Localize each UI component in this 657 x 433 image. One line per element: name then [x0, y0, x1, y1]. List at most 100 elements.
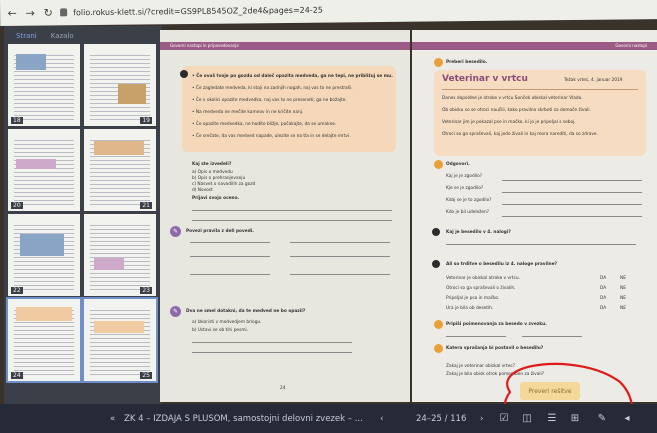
- statement-text: Veterinar je obiskal otroke v vrtcu.: [446, 276, 520, 281]
- statement-text: Otroci so ga spraševali o živalih.: [446, 286, 516, 291]
- question-line: Zakaj je bila obisk otrok pomemben za ži…: [446, 372, 544, 377]
- question-line: Zakaj je veterinar obiskal vrtec?: [446, 364, 516, 369]
- question-line: Kje se je zgodilo?: [446, 186, 484, 191]
- previous-page-button[interactable]: ‹: [380, 414, 383, 424]
- lock-icon: [60, 8, 68, 17]
- answer-yes[interactable]: DA: [600, 286, 606, 292]
- answer-line: [446, 244, 636, 245]
- page-thumbnail-selected[interactable]: 25: [82, 297, 158, 383]
- page-thumbnail[interactable]: 19: [84, 44, 156, 126]
- page-header-text: Govorni nastopi: [615, 43, 647, 48]
- box-line: • Če zagledate medveda, ki stoji na zadn…: [192, 86, 353, 91]
- exercise-title: Povezi pravila z deli povedi.: [186, 229, 254, 234]
- thumbnail-page-number: 23: [140, 287, 152, 294]
- back-arrow-icon[interactable]: ←: [6, 6, 18, 19]
- article-title: Veterinar v vrtcu: [442, 74, 528, 84]
- answer-line: [502, 192, 642, 193]
- page-thumbnail[interactable]: 21: [84, 129, 156, 211]
- audio-icon[interactable]: ◂: [620, 412, 634, 424]
- thumbnail-page-number: 21: [140, 202, 152, 209]
- tools-icon[interactable]: ✎: [595, 412, 609, 424]
- page-indicator: 24–25 / 116: [416, 413, 467, 424]
- box-line: • Če ovaš tvoje po gozdu od daleč opazit…: [192, 74, 393, 79]
- answer-line: [290, 274, 390, 275]
- forward-arrow-icon[interactable]: →: [24, 6, 36, 19]
- answer-line: [502, 180, 642, 181]
- exercise-title: Dva ne smel dotakni, da te medved ne bo …: [186, 309, 306, 314]
- tab-contents[interactable]: Kazalo: [51, 32, 74, 40]
- left-page: Govorni nastopi in pripovedovanje • Če o…: [160, 30, 410, 402]
- answer-line: [190, 274, 270, 275]
- exercise-icon: [434, 160, 443, 169]
- exercise-icon: [434, 320, 443, 329]
- answer-no[interactable]: NE: [620, 306, 626, 312]
- answer-no[interactable]: NE: [620, 296, 626, 302]
- next-page-button[interactable]: ›: [480, 414, 483, 424]
- box-line: • Če v okolici opazite medvedka, naj vas…: [192, 98, 347, 103]
- notes-icon[interactable]: ☰: [545, 412, 559, 424]
- speaker-icon[interactable]: [180, 70, 188, 78]
- answer-line: [192, 352, 352, 353]
- answer-line: [190, 256, 270, 257]
- sidebar-tabs: Strani Kazalo: [16, 32, 158, 40]
- exercise-item: b) Ustavi se ob tihi pesmi.: [192, 328, 249, 333]
- url-field[interactable]: folio.rokus-klett.si/?credit=GS9PL8545OZ…: [73, 5, 323, 17]
- answer-no[interactable]: NE: [620, 286, 626, 292]
- answer-line: [522, 336, 582, 337]
- answer-line: [502, 204, 642, 205]
- right-page: Govorni nastopi Preberi besedilo. Veteri…: [412, 30, 657, 402]
- right-page-header: Govorni nastopi: [412, 42, 657, 50]
- instruction-text: Prijavi svojo oceno.: [192, 196, 240, 201]
- page-thumbnail[interactable]: 18: [8, 44, 80, 126]
- thumbnail-page-number: 20: [11, 202, 23, 209]
- answer-no[interactable]: NE: [620, 276, 626, 282]
- speaker-icon[interactable]: [432, 228, 440, 236]
- page-thumbnail[interactable]: 23: [84, 214, 156, 296]
- exercise-title: Ali so trditve o besedilu iz 4. naloge p…: [446, 262, 558, 267]
- answer-line: [192, 210, 392, 211]
- speaker-icon[interactable]: [432, 260, 440, 268]
- exercise-icon: ✎: [170, 306, 181, 317]
- article-line: Danes dopoldne je otroke v vrtcu Sonček …: [442, 96, 583, 101]
- box-line: • Na medveda ne mečite kamnov in ne krič…: [192, 110, 304, 115]
- check-solutions-button[interactable]: Preveri rešitve: [520, 382, 580, 400]
- thumbnail-grid: 18 19 20 21 22 23 24 25: [6, 44, 158, 383]
- exercise-title: Preberi besedilo.: [446, 60, 488, 65]
- checkbox-icon[interactable]: ☑: [497, 412, 511, 424]
- answer-yes[interactable]: DA: [600, 306, 606, 312]
- answer-yes[interactable]: DA: [600, 276, 606, 282]
- toolbox-icon[interactable]: ⊞: [568, 412, 582, 424]
- question-line: Kdo je bil udeležen?: [446, 210, 490, 215]
- exercise-title: Kaj je besedilo v 4. nalogi?: [446, 230, 511, 235]
- answer-line: [190, 242, 270, 243]
- question-line: Kaj je je zgodilo?: [446, 174, 482, 179]
- prev-button[interactable]: «: [110, 414, 115, 424]
- question-option: d) Novost: [192, 188, 213, 193]
- exercise-icon: [434, 58, 443, 67]
- question-title: Kaj ste izvedeli?: [192, 162, 232, 167]
- book-spread: Govorni nastopi in pripovedovanje • Če o…: [160, 30, 657, 402]
- thumbnail-sidebar: Strani Kazalo 18 19 20 21 22 23 24 25: [4, 26, 162, 406]
- left-page-header: Govorni nastopi in pripovedovanje: [160, 42, 410, 50]
- article-line: Veterinar jim je pokazal pse in mačko, k…: [442, 120, 576, 125]
- reload-icon[interactable]: ↻: [42, 6, 54, 19]
- box-line: • Če opazite medvedka, ne hodite bližje,…: [192, 122, 337, 127]
- thumbnail-page-number: 25: [140, 372, 152, 379]
- exercise-icon: [434, 344, 443, 353]
- box-line: • Če srečate, da vas medved napade, ulez…: [192, 134, 351, 139]
- question-option: a) Opis o medvedu: [192, 170, 233, 175]
- page-thumbnail[interactable]: 22: [8, 214, 80, 296]
- browser-address-bar: ← → ↻ folio.rokus-klett.si/?credit=GS9PL…: [0, 0, 657, 26]
- thumbnail-page-number: 24: [11, 372, 23, 379]
- two-page-view-icon[interactable]: ◫: [520, 412, 534, 424]
- question-option: c) Nasvet o navodilih za gozd: [192, 182, 256, 187]
- tab-pages[interactable]: Strani: [16, 32, 37, 40]
- page-number: 24: [280, 386, 286, 391]
- page-thumbnail[interactable]: 20: [8, 129, 80, 211]
- exercise-item: a) Izkoristi v medvedjem brlogu.: [192, 320, 262, 325]
- page-header-text: Govorni nastopi in pripovedovanje: [170, 43, 239, 48]
- question-option: b) Opis o prehranjevanju: [192, 176, 246, 181]
- answer-yes[interactable]: DA: [600, 296, 606, 302]
- page-thumbnail-selected[interactable]: 24: [6, 297, 82, 383]
- app-window: ← → ↻ folio.rokus-klett.si/?credit=GS9PL…: [0, 0, 657, 433]
